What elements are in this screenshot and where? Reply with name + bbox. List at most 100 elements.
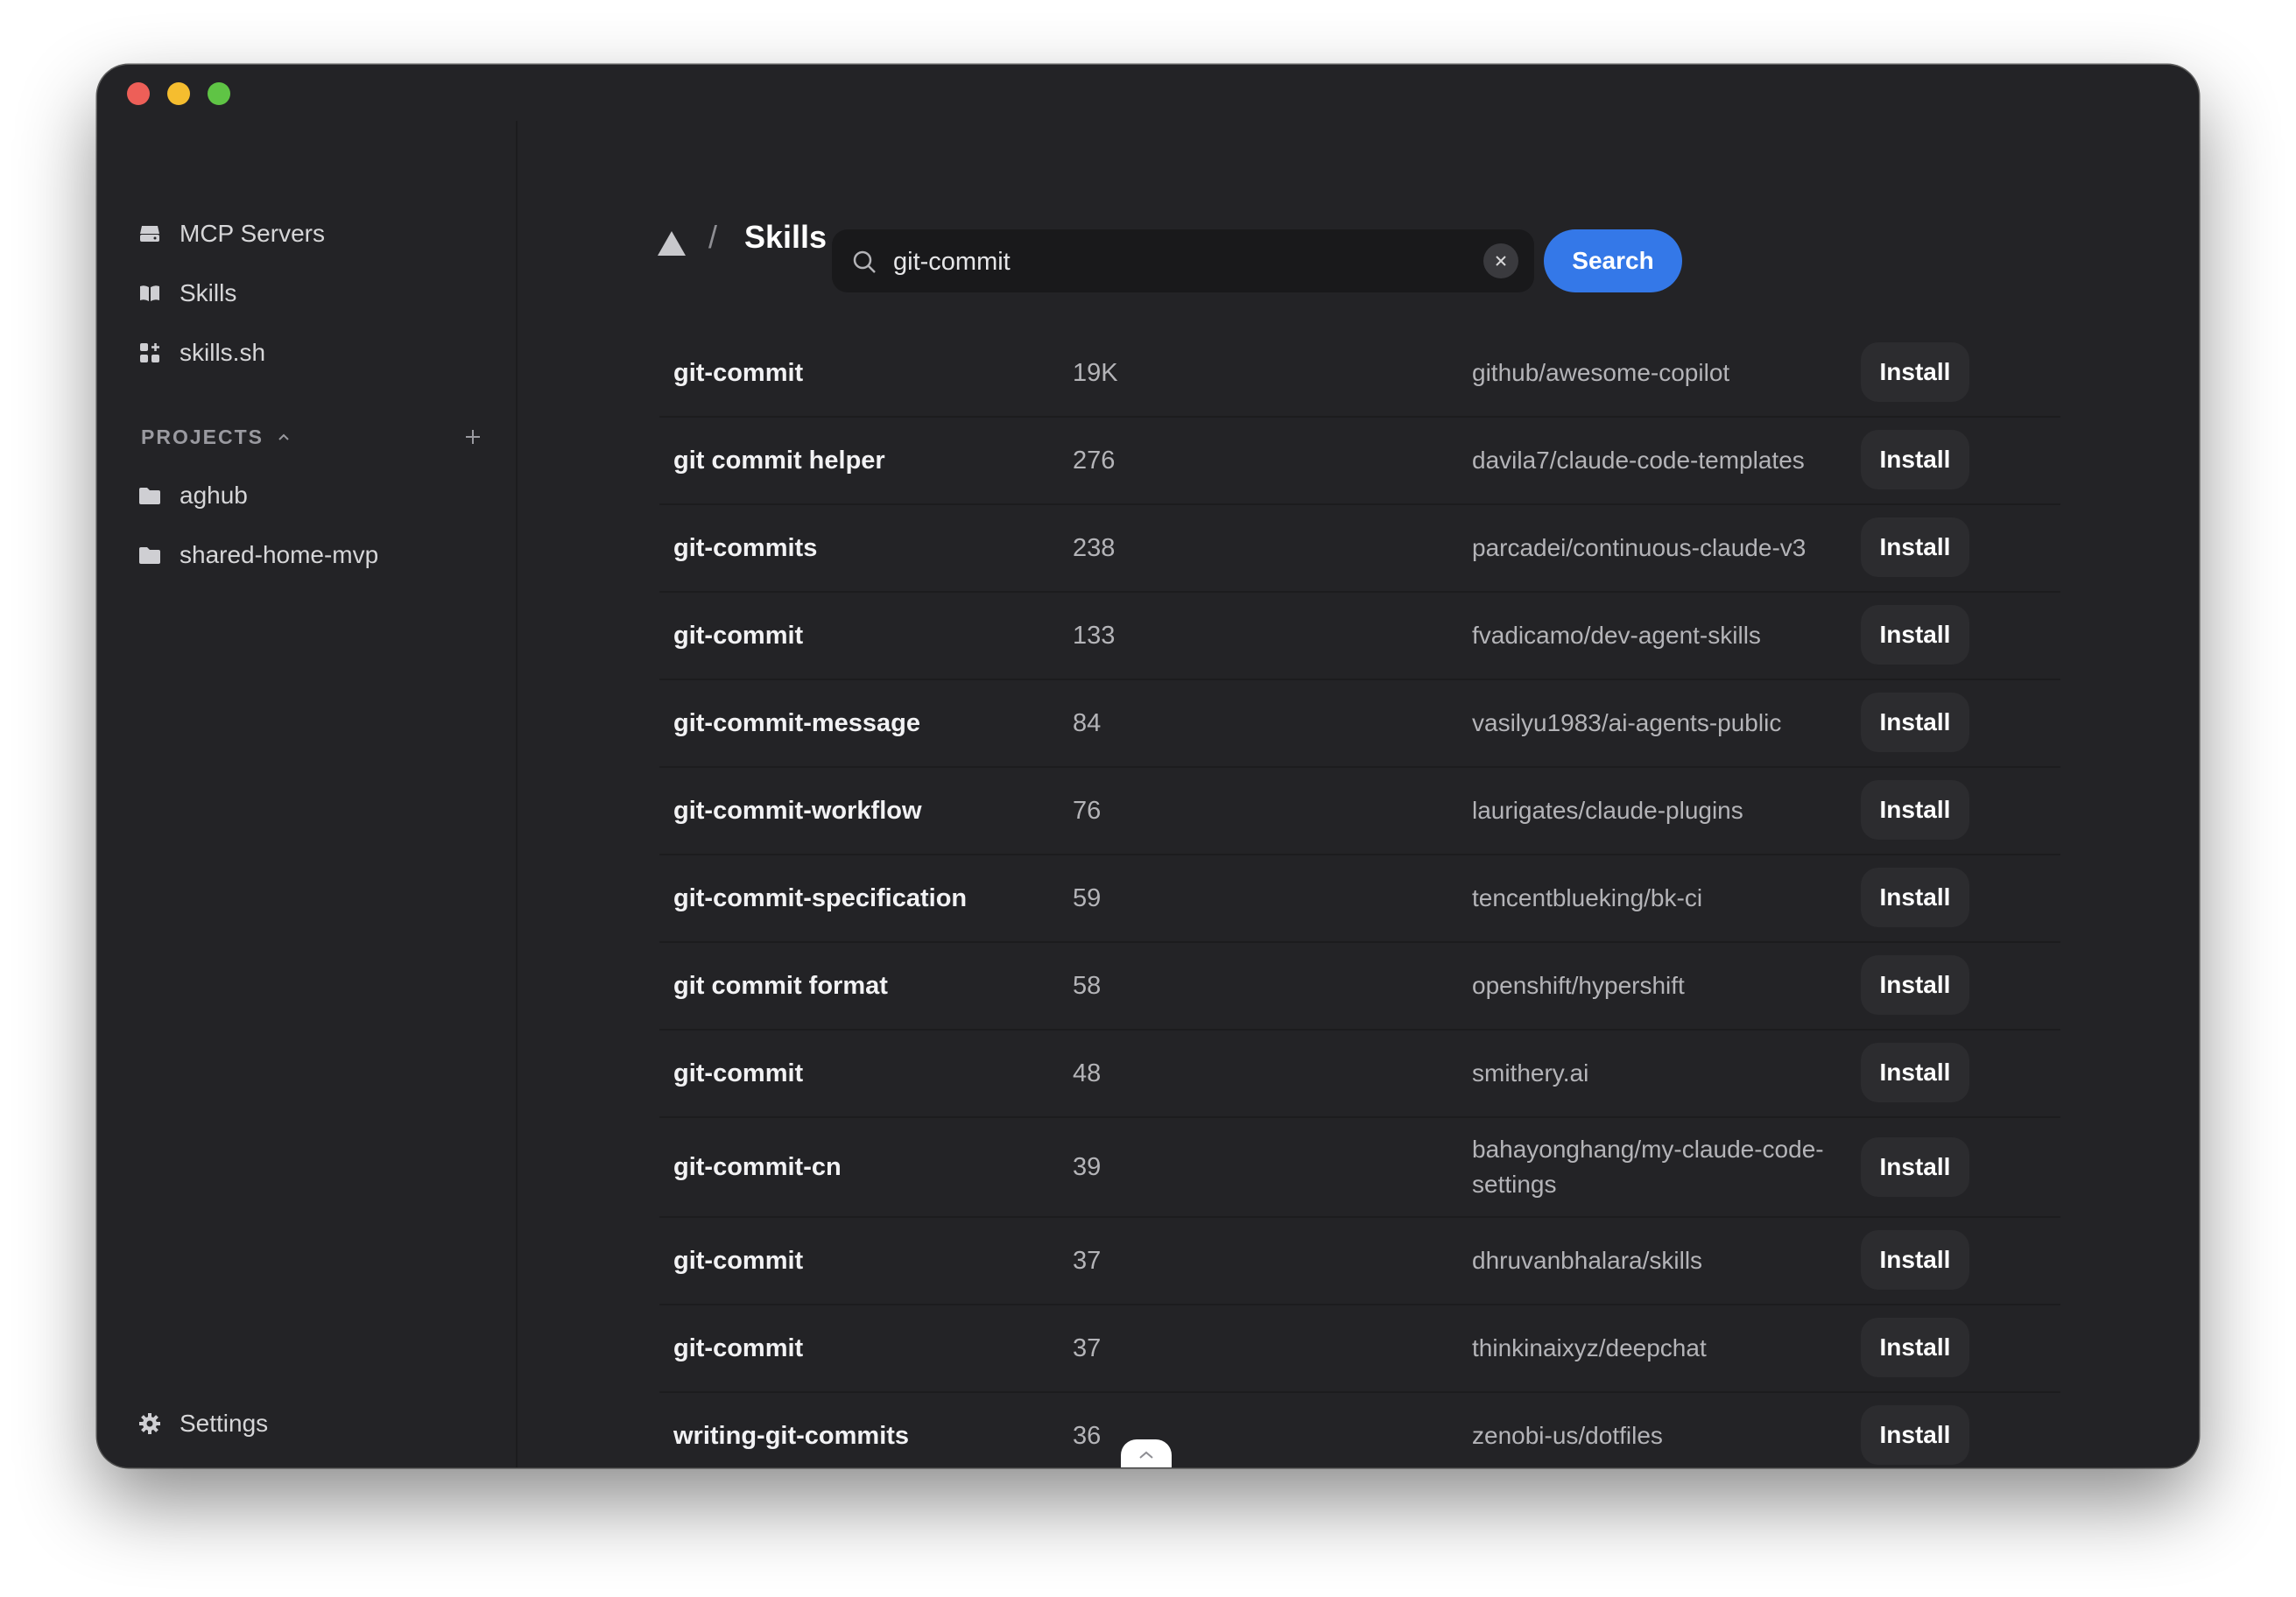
table-row[interactable]: git commit format 58 openshift/hypershift I… <box>659 943 2060 1031</box>
install-count: 37 <box>1073 1246 1102 1275</box>
table-row[interactable]: git-commits 238 parcadei/continuous-claude… <box>659 505 2060 593</box>
skill-name: git-commit-message <box>673 708 921 737</box>
results-list: git-commit 19K github/awesome-copilot Insta… <box>659 330 2060 1467</box>
skill-name: git-commit <box>673 1333 804 1362</box>
gear-icon <box>139 1413 160 1434</box>
install-count: 58 <box>1073 971 1102 1000</box>
install-button[interactable]: Install <box>1861 868 1969 927</box>
install-button[interactable]: Install <box>1861 1230 1969 1290</box>
project-item-aghub[interactable]: aghub <box>137 475 248 516</box>
table-row[interactable]: git-commit-message 84 vasilyu1983/ai-agent… <box>659 680 2060 768</box>
sidebar-item-label: Skills <box>180 279 237 306</box>
skill-name: git-commit <box>673 358 804 387</box>
clear-search-button[interactable] <box>1483 243 1518 278</box>
folder-icon <box>139 547 160 564</box>
sidebar-item-label: skills.sh <box>180 339 266 366</box>
scroll-to-top-button[interactable] <box>1121 1439 1172 1467</box>
install-count: 39 <box>1073 1152 1102 1181</box>
skill-source-repo: davila7/claude-code-templates <box>1472 447 1805 474</box>
skill-source-repo: bahayonghang/my-claude-code-settings <box>1472 1136 1824 1198</box>
table-row[interactable]: git-commit 133 fvadicamo/dev-agent-skills I… <box>659 593 2060 680</box>
sidebar-item-skills[interactable]: Skills <box>137 273 236 313</box>
skill-name: git-commit-cn <box>673 1152 842 1181</box>
install-count: 59 <box>1073 883 1102 912</box>
skill-name: git-commit <box>673 621 804 650</box>
install-button[interactable]: Install <box>1861 955 1969 1015</box>
install-button[interactable]: Install <box>1861 693 1969 752</box>
skill-source-repo: dhruvanbhalara/skills <box>1472 1247 1703 1274</box>
skill-name: git-commits <box>673 533 818 562</box>
install-count: 37 <box>1073 1333 1102 1362</box>
install-count: 76 <box>1073 796 1102 825</box>
projects-heading: PROJECTS <box>141 425 264 448</box>
skill-source-repo: github/awesome-copilot <box>1472 359 1730 386</box>
install-count: 84 <box>1073 708 1102 737</box>
install-button[interactable]: Install <box>1861 430 1969 489</box>
skill-name: git commit format <box>673 971 888 1000</box>
skill-source-repo: thinkinaixyz/deepchat <box>1472 1334 1707 1361</box>
project-item-label: aghub <box>180 482 248 509</box>
settings-label: Settings <box>180 1410 269 1437</box>
sidebar-item-skills-sh[interactable]: skills.sh <box>137 333 265 373</box>
projects-section-header[interactable]: PROJECTS <box>141 419 482 454</box>
chevron-up-icon[interactable] <box>276 429 292 445</box>
project-item-shared-home-mvp[interactable]: shared-home-mvp <box>137 535 378 575</box>
install-button[interactable]: Install <box>1861 517 1969 577</box>
home-logo-icon[interactable] <box>656 229 687 257</box>
table-row[interactable]: git-commit 37 dhruvanbhalara/skills Install <box>659 1218 2060 1305</box>
install-button[interactable]: Install <box>1861 605 1969 665</box>
chevron-up-icon <box>1139 1451 1153 1459</box>
search-input[interactable] <box>891 229 1455 294</box>
title-bar <box>97 65 2199 121</box>
skill-source-repo: zenobi-us/dotfiles <box>1472 1422 1663 1449</box>
skill-name: git-commit <box>673 1246 804 1275</box>
install-button[interactable]: Install <box>1861 1318 1969 1377</box>
table-row[interactable]: git-commit 48 smithery.ai Install <box>659 1031 2060 1118</box>
skill-source-repo: smithery.ai <box>1472 1059 1589 1087</box>
skill-name: git-commit-specification <box>673 883 968 912</box>
maximize-window-button[interactable] <box>208 82 230 105</box>
skill-source-repo: tencentblueking/bk-ci <box>1472 884 1703 911</box>
skill-source-repo: parcadei/continuous-claude-v3 <box>1472 534 1807 561</box>
app-window: MCP Servers Skills skills.sh PROJECTS ag… <box>97 65 2199 1467</box>
settings-button[interactable]: Settings <box>137 1404 268 1444</box>
install-count: 36 <box>1073 1421 1102 1450</box>
sidebar-item-label: MCP Servers <box>180 220 325 247</box>
skill-source-repo: fvadicamo/dev-agent-skills <box>1472 622 1761 649</box>
table-row[interactable]: git-commit-cn 39 bahayonghang/my-claude-co… <box>659 1118 2060 1218</box>
skill-name: git-commit <box>673 1059 804 1087</box>
table-row[interactable]: git-commit-specification 59 tencentbluekin… <box>659 855 2060 943</box>
skill-source-repo: laurigates/claude-plugins <box>1472 797 1743 824</box>
skill-name: writing-git-commits <box>673 1421 910 1450</box>
search-icon <box>853 250 876 273</box>
install-count: 19K <box>1073 358 1118 387</box>
install-button[interactable]: Install <box>1861 342 1969 402</box>
install-button[interactable]: Install <box>1861 780 1969 840</box>
table-row[interactable]: git-commit 37 thinkinaixyz/deepchat Install <box>659 1305 2060 1393</box>
search-button[interactable]: Search <box>1544 229 1682 292</box>
skill-source-repo: vasilyu1983/ai-agents-public <box>1472 709 1782 736</box>
install-button[interactable]: Install <box>1861 1405 1969 1465</box>
install-count: 276 <box>1073 446 1116 475</box>
install-count: 133 <box>1073 621 1116 650</box>
install-count: 238 <box>1073 533 1116 562</box>
install-count: 48 <box>1073 1059 1102 1087</box>
table-row[interactable]: git-commit 19K github/awesome-copilot Insta… <box>659 330 2060 418</box>
close-icon <box>1496 256 1506 266</box>
sidebar-item-mcp-servers[interactable]: MCP Servers <box>137 214 325 254</box>
install-button[interactable]: Install <box>1861 1043 1969 1102</box>
sidebar: MCP Servers Skills skills.sh PROJECTS ag… <box>97 121 518 1467</box>
add-project-icon[interactable] <box>463 427 482 447</box>
install-button[interactable]: Install <box>1861 1137 1969 1197</box>
minimize-window-button[interactable] <box>167 82 190 105</box>
search-field[interactable] <box>832 229 1534 294</box>
table-row[interactable]: writing-git-commits 36 zenobi-us/dotfiles I… <box>659 1393 2060 1467</box>
book-icon <box>140 285 159 301</box>
skill-source-repo: openshift/hypershift <box>1472 972 1685 999</box>
close-window-button[interactable] <box>127 82 150 105</box>
table-row[interactable]: git-commit-workflow 76 laurigates/claude-p… <box>659 768 2060 855</box>
table-row[interactable]: git commit helper 276 davila7/claude-code-… <box>659 418 2060 505</box>
skill-name: git-commit-workflow <box>673 796 922 825</box>
page-title: Skills <box>744 219 828 255</box>
project-item-label: shared-home-mvp <box>180 541 379 568</box>
